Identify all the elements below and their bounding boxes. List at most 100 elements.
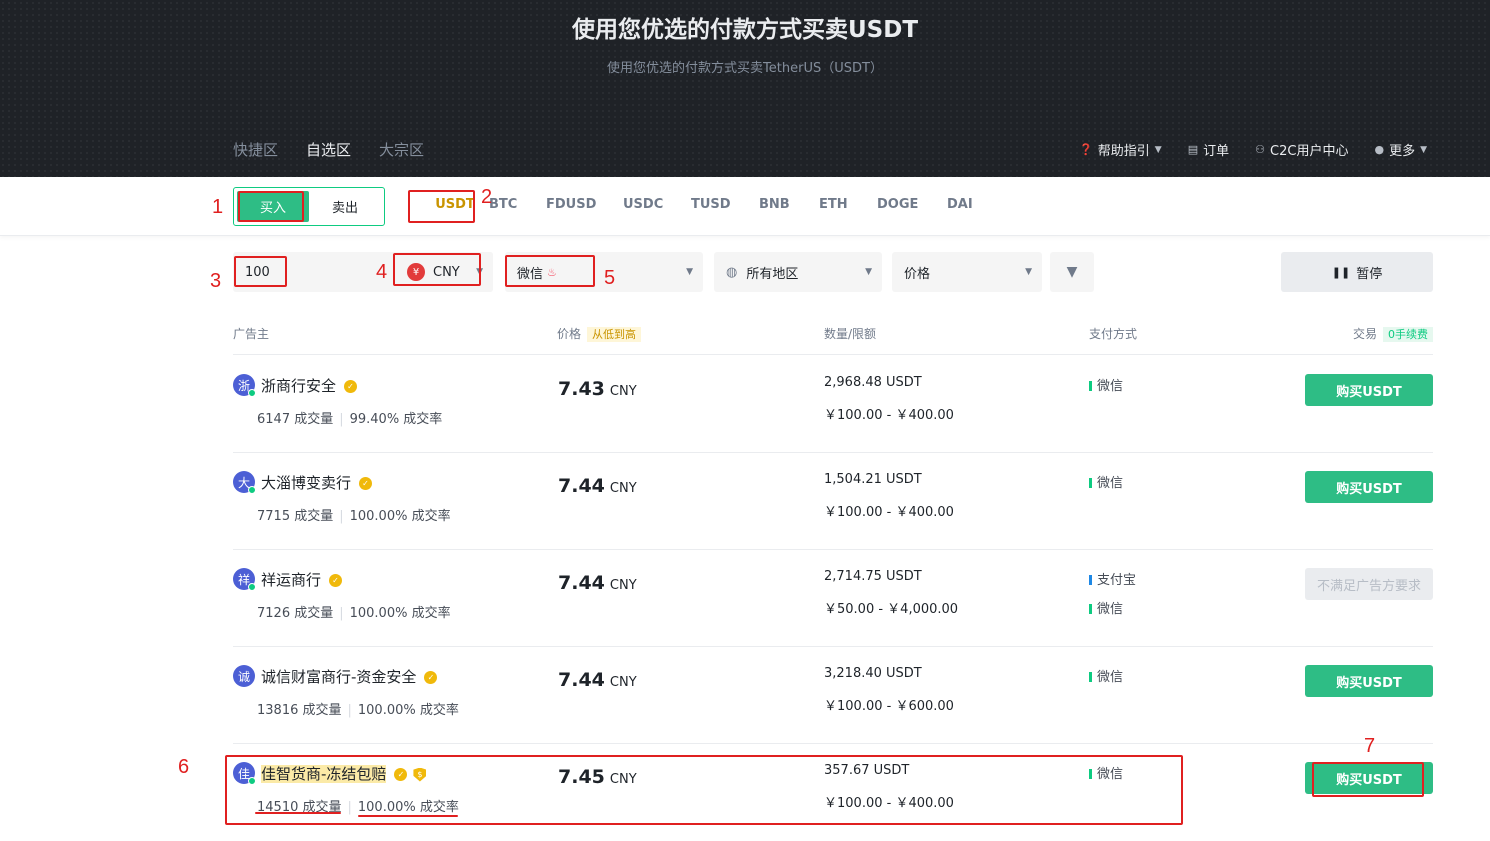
- coin-tab-dai[interactable]: DAI: [947, 197, 973, 212]
- price-sort-toggle[interactable]: 从低到高: [587, 327, 642, 342]
- advertiser-name-text: 祥运商行: [261, 571, 322, 589]
- online-dot: [248, 486, 256, 494]
- advertiser-stats: 7715 成交量 | 100.00% 成交率: [257, 505, 451, 524]
- zero-fee-badge: 0手续费: [1383, 327, 1433, 342]
- region-value: 所有地区: [746, 266, 799, 282]
- col-quantity: 数量/限额: [824, 327, 877, 341]
- requirement-unmet-button: 不满足广告方要求: [1305, 568, 1433, 600]
- coin-tabs: USDT BTC FDUSD USDC TUSD BNB ETH DOGE DA…: [421, 197, 973, 212]
- wechat-marker: [1089, 478, 1092, 488]
- coin-tab-eth[interactable]: ETH: [819, 197, 877, 212]
- buy-tab[interactable]: 买入: [237, 191, 309, 222]
- pause-button[interactable]: ❚❚ 暂停: [1281, 252, 1433, 292]
- annotation-label-5: 5: [604, 267, 616, 289]
- annotation-label-6: 6: [178, 756, 190, 778]
- tab-p2p[interactable]: 自选区: [306, 139, 351, 160]
- col-trade: 交易 0手续费: [1353, 325, 1433, 342]
- verified-icon: ✓: [344, 380, 358, 393]
- tab-block[interactable]: 大宗区: [379, 139, 424, 160]
- order-limit: ￥100.00 - ￥600.00: [824, 699, 954, 714]
- wechat-marker: [1089, 672, 1092, 682]
- sort-value: 价格: [904, 266, 931, 282]
- sort-select[interactable]: 价格 ▼: [892, 252, 1042, 292]
- avatar: 大: [233, 471, 256, 494]
- price-value: 7.44: [558, 572, 605, 594]
- price-value: 7.43: [558, 378, 605, 400]
- filter-icon: ▼: [1066, 264, 1078, 280]
- filter-button[interactable]: ▼: [1050, 252, 1094, 292]
- avatar: 浙: [233, 374, 256, 397]
- alipay-marker: [1089, 575, 1092, 585]
- wechat-marker: [1089, 769, 1092, 779]
- col-price-label: 价格: [557, 327, 582, 341]
- col-advertiser: 广告主: [233, 327, 270, 341]
- more-link[interactable]: ● 更多 ▼: [1374, 140, 1427, 159]
- sell-tab[interactable]: 卖出: [309, 191, 381, 222]
- globe-icon: ◍: [726, 264, 738, 280]
- payment-label: 微信: [1097, 670, 1124, 685]
- table-row: 诚 诚信财富商行-资金安全 ✓ 13816 成交量 | 100.00% 成交率 7.4…: [233, 647, 1433, 744]
- order-count: 7715 成交量: [257, 509, 334, 524]
- avatar: 佳: [233, 762, 256, 785]
- coin-tab-bnb[interactable]: BNB: [759, 197, 819, 212]
- advertiser-name[interactable]: 佳智货商-冻结包赔 ✓ $: [261, 763, 427, 784]
- coin-tab-fdusd[interactable]: FDUSD: [546, 197, 623, 212]
- price-unit: CNY: [609, 384, 637, 399]
- page-header: 使用您优选的付款方式买卖USDT 使用您优选的付款方式买卖TetherUS（US…: [0, 0, 1490, 177]
- advertiser-name[interactable]: 诚信财富商行-资金安全 ✓: [261, 666, 438, 687]
- coin-tab-usdc[interactable]: USDC: [623, 197, 691, 212]
- advertiser-name[interactable]: 浙商行安全 ✓: [261, 375, 358, 396]
- price-value: 7.45: [558, 766, 605, 788]
- payment-label: 支付宝: [1097, 573, 1137, 588]
- coin-tab-usdt[interactable]: USDT: [421, 197, 489, 212]
- coin-tab-doge[interactable]: DOGE: [877, 197, 947, 212]
- avatar: 祥: [233, 568, 256, 591]
- orders-link[interactable]: ▤ 订单: [1188, 140, 1229, 159]
- advertiser-name[interactable]: 大淄博变卖行 ✓: [261, 472, 373, 493]
- table-header: 广告主 价格 从低到高 数量/限额 支付方式 交易 0手续费: [233, 323, 1433, 355]
- flame-icon: ♨: [547, 265, 557, 279]
- help-icon: ❓: [1079, 143, 1093, 156]
- avatar-letter: 诚: [237, 669, 250, 684]
- buy-usdt-button[interactable]: 购买USDT: [1305, 471, 1433, 503]
- coin-tab-btc[interactable]: BTC: [489, 197, 546, 212]
- help-label: 帮助指引: [1097, 144, 1150, 159]
- tab-express[interactable]: 快捷区: [233, 139, 278, 160]
- c2c-center-label: C2C用户中心: [1270, 144, 1349, 159]
- divider: |: [339, 509, 344, 524]
- chevron-down-icon: ▼: [1154, 144, 1162, 155]
- payment-method: 微信: [1089, 375, 1123, 394]
- more-icon: ●: [1374, 143, 1385, 156]
- coin-tab-tusd[interactable]: TUSD: [691, 197, 759, 212]
- wechat-marker: [1089, 381, 1092, 391]
- annotation-label-2: 2: [481, 186, 493, 208]
- advertiser-stats: 7126 成交量 | 100.00% 成交率: [257, 602, 451, 621]
- cny-icon: ¥: [407, 263, 425, 281]
- order-limit: ￥100.00 - ￥400.00: [824, 796, 954, 811]
- buy-usdt-button[interactable]: 购买USDT: [1305, 762, 1433, 794]
- price-value: 7.44: [558, 475, 605, 497]
- annotation-underline-orders: [255, 812, 341, 814]
- amount-value: 100: [245, 264, 270, 280]
- payment-method: 微信: [1089, 763, 1123, 782]
- payment-method: 支付宝: [1089, 569, 1136, 588]
- payment-label: 微信: [1097, 602, 1124, 617]
- help-link[interactable]: ❓ 帮助指引 ▼: [1079, 140, 1162, 159]
- buy-usdt-button[interactable]: 购买USDT: [1305, 665, 1433, 697]
- currency-select[interactable]: ¥ CNY ▼: [393, 252, 493, 292]
- advertiser-stats: 13816 成交量 | 100.00% 成交率: [257, 699, 459, 718]
- advertiser-name-text: 诚信财富商行-资金安全: [261, 668, 417, 686]
- chevron-down-icon: ▼: [686, 267, 693, 277]
- annotation-label-1: 1: [212, 196, 224, 218]
- wechat-marker: [1089, 604, 1092, 614]
- price: 7.44 CNY: [558, 669, 637, 691]
- annotation-label-7: 7: [1364, 735, 1376, 757]
- c2c-center-link[interactable]: ⚇ C2C用户中心: [1255, 140, 1348, 159]
- region-select[interactable]: ◍ 所有地区 ▼: [714, 252, 882, 292]
- divider: |: [339, 412, 344, 427]
- advertiser-name[interactable]: 祥运商行 ✓: [261, 569, 343, 590]
- chevron-down-icon: ▼: [1420, 144, 1427, 155]
- divider: |: [347, 703, 352, 718]
- buy-usdt-button[interactable]: 购买USDT: [1305, 374, 1433, 406]
- completion-rate: 100.00% 成交率: [349, 606, 451, 621]
